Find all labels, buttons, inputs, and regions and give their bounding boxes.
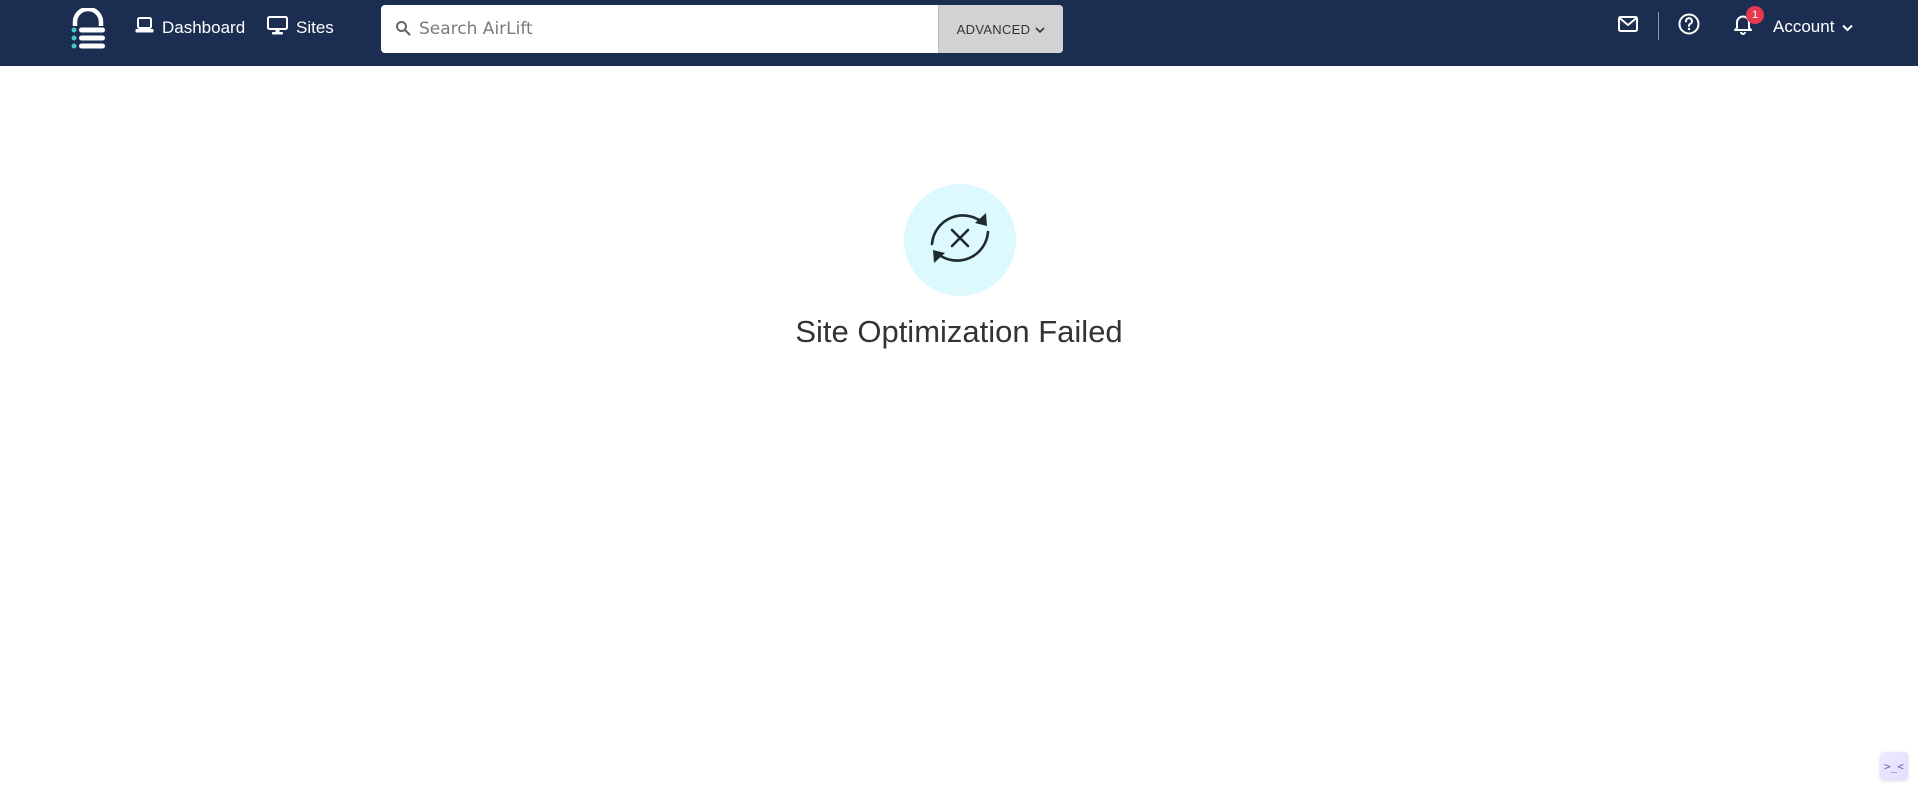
feedback-widget-button[interactable]: >_< [1880, 752, 1908, 780]
nav-sites-link[interactable]: Sites [267, 16, 334, 40]
notification-count-badge: 1 [1746, 6, 1764, 24]
logo-icon[interactable] [70, 6, 106, 52]
nav-sites-label: Sites [296, 18, 334, 37]
search-input[interactable] [419, 5, 969, 53]
header-divider [1658, 12, 1659, 40]
help-button[interactable] [1675, 12, 1703, 40]
widget-glyph: >_< [1884, 759, 1904, 773]
help-circle-icon [1678, 13, 1700, 40]
status-title: Site Optimization Failed [795, 314, 1123, 349]
mail-button[interactable] [1614, 12, 1642, 40]
nav-dashboard-link[interactable]: Dashboard [135, 16, 245, 40]
advanced-label: ADVANCED [956, 21, 1031, 37]
nav-dashboard-label: Dashboard [162, 18, 246, 37]
mail-icon [1618, 15, 1638, 37]
chevron-down-icon [1035, 22, 1045, 37]
monitor-icon [267, 16, 296, 40]
advanced-search-button[interactable]: ADVANCED [938, 5, 1063, 53]
account-menu[interactable]: Account [1773, 16, 1854, 38]
top-navbar: Dashboard Sites ADVANCED [0, 0, 1918, 66]
search-bar: ADVANCED [381, 5, 1063, 53]
search-icon [395, 20, 411, 36]
account-label: Account [1773, 17, 1835, 36]
status-icon-container [904, 184, 1016, 296]
chevron-down-icon [1842, 17, 1854, 37]
laptop-icon [135, 17, 162, 39]
sync-failed-icon [924, 202, 996, 279]
